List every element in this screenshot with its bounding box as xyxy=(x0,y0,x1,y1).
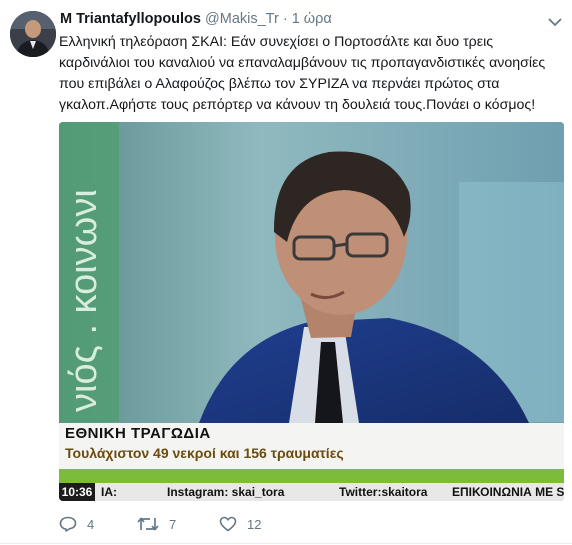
avatar[interactable] xyxy=(10,11,56,57)
ticker-twitter: Twitter:skaitora xyxy=(339,485,428,499)
like-button[interactable]: 12 xyxy=(219,512,261,536)
retweet-count: 7 xyxy=(169,516,177,532)
like-count: 12 xyxy=(247,516,262,532)
tweet-text: Ελληνική τηλεόραση ΣΚΑΙ: Εάν συνεχίσει ο… xyxy=(59,34,546,113)
tweet-media[interactable]: νιός . κοινωνι ΕΘΝΙΚΗ ΤΡΑΓΩΔΙΑ Τουλάχιστ… xyxy=(59,122,564,501)
ticker-left: ΙΑ: xyxy=(101,485,117,499)
retweet-icon xyxy=(137,517,159,531)
tweet-actions: 4 7 12 xyxy=(59,512,359,536)
tweet: M Triantafyllopoulos @Makis_Tr · 1 ώρα Ε… xyxy=(0,0,572,545)
author-name[interactable]: M Triantafyllopoulos xyxy=(60,11,201,27)
ticker-clock: 10:36 xyxy=(59,483,95,501)
caret-down-icon[interactable] xyxy=(548,14,564,28)
author-handle[interactable]: @Makis_Tr xyxy=(205,11,279,27)
reply-button[interactable]: 4 xyxy=(59,512,94,536)
like-icon xyxy=(219,516,237,532)
separator: · xyxy=(282,11,288,27)
timestamp[interactable]: 1 ώρα xyxy=(292,11,332,27)
lower-third-title: ΕΘΝΙΚΗ ΤΡΑΓΩΔΙΑ xyxy=(65,425,211,442)
lower-third-subtitle: Τουλάχιστον 49 νεκροί και 156 τραυματίες xyxy=(65,445,344,461)
news-ticker: 10:36 ΙΑ: Instagram: skai_tora Twitter:s… xyxy=(59,483,564,501)
tweet-header: M Triantafyllopoulos @Makis_Tr · 1 ώρα xyxy=(60,11,560,31)
reply-icon xyxy=(59,516,77,532)
divider xyxy=(0,543,572,544)
retweet-button[interactable]: 7 xyxy=(137,512,176,536)
lower-third: ΕΘΝΙΚΗ ΤΡΑΓΩΔΙΑ Τουλάχιστον 49 νεκροί κα… xyxy=(59,423,564,469)
ticker-contact: ΕΠΙΚΟΙΝΩΝΙΑ ΜΕ SM xyxy=(452,485,564,499)
ticker-instagram: Instagram: skai_tora xyxy=(167,485,285,499)
vertical-channel-text: νιός . κοινωνι xyxy=(63,189,105,412)
reply-count: 4 xyxy=(87,516,95,532)
